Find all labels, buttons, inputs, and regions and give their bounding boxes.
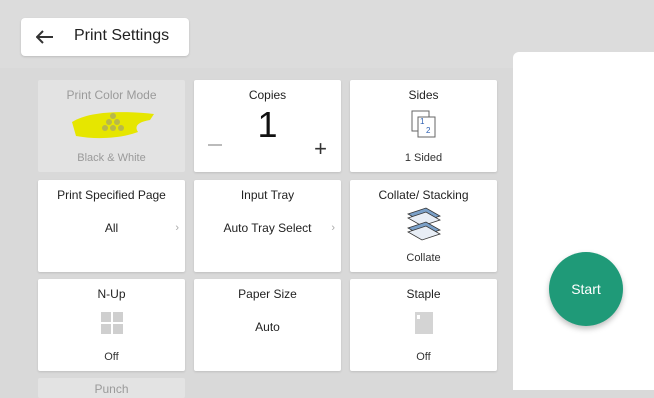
increment-button[interactable]: + [314, 138, 327, 160]
arrow-left-icon [36, 30, 53, 44]
tile-label: Paper Size [238, 287, 297, 301]
tile-copies[interactable]: Copies 1 + [194, 80, 341, 172]
tile-value: Collate [406, 252, 441, 264]
tile-label: Collate/ Stacking [378, 188, 469, 202]
tile-staple[interactable]: Staple Off [350, 279, 497, 371]
tile-value: Off [104, 351, 119, 363]
title-bar: Print Settings [21, 18, 189, 56]
start-button-label: Start [571, 281, 601, 297]
svg-text:2: 2 [426, 126, 431, 135]
svg-text:1: 1 [420, 117, 425, 126]
tile-print-specified-page[interactable]: Print Specified Page All › [38, 180, 185, 272]
tile-label: N-Up [97, 287, 126, 301]
tile-label: Print Specified Page [57, 188, 166, 202]
right-panel [513, 52, 654, 390]
back-button[interactable] [21, 18, 69, 56]
tile-label: Print Color Mode [66, 88, 157, 102]
tile-label: Input Tray [240, 188, 295, 202]
color-mode-icon [72, 112, 154, 139]
tile-label: Copies [248, 88, 287, 102]
tile-value: Black & White [77, 152, 146, 164]
collate-icon [407, 207, 441, 241]
tile-n-up[interactable]: N-Up Off [38, 279, 185, 371]
chevron-right-icon: › [331, 222, 335, 234]
tile-print-color-mode: Print Color Mode Black & White [38, 80, 185, 172]
staple-icon [415, 312, 433, 334]
tile-value: Off [416, 351, 431, 363]
tile-input-tray[interactable]: Input Tray Auto Tray Select › [194, 180, 341, 272]
chevron-right-icon: › [175, 222, 179, 234]
tile-collate-stacking[interactable]: Collate/ Stacking Collate [350, 180, 497, 272]
tile-sides[interactable]: Sides 1 2 1 Sided [350, 80, 497, 172]
decrement-button[interactable] [208, 144, 222, 146]
tile-value: Auto Tray Select [223, 221, 312, 235]
tile-value: All [104, 221, 119, 235]
one-sided-icon: 1 2 [411, 110, 436, 138]
tile-value: 1 Sided [404, 152, 443, 164]
n-up-grid-icon [101, 312, 123, 334]
tile-punch: Punch [38, 378, 185, 398]
tile-value: Auto [255, 320, 280, 334]
tile-label: Staple [406, 287, 441, 301]
tile-paper-size[interactable]: Paper Size Auto [194, 279, 341, 371]
start-button[interactable]: Start [549, 252, 623, 326]
page-title: Print Settings [74, 27, 170, 44]
tile-label: Punch [94, 382, 129, 396]
tile-label: Sides [408, 88, 439, 102]
